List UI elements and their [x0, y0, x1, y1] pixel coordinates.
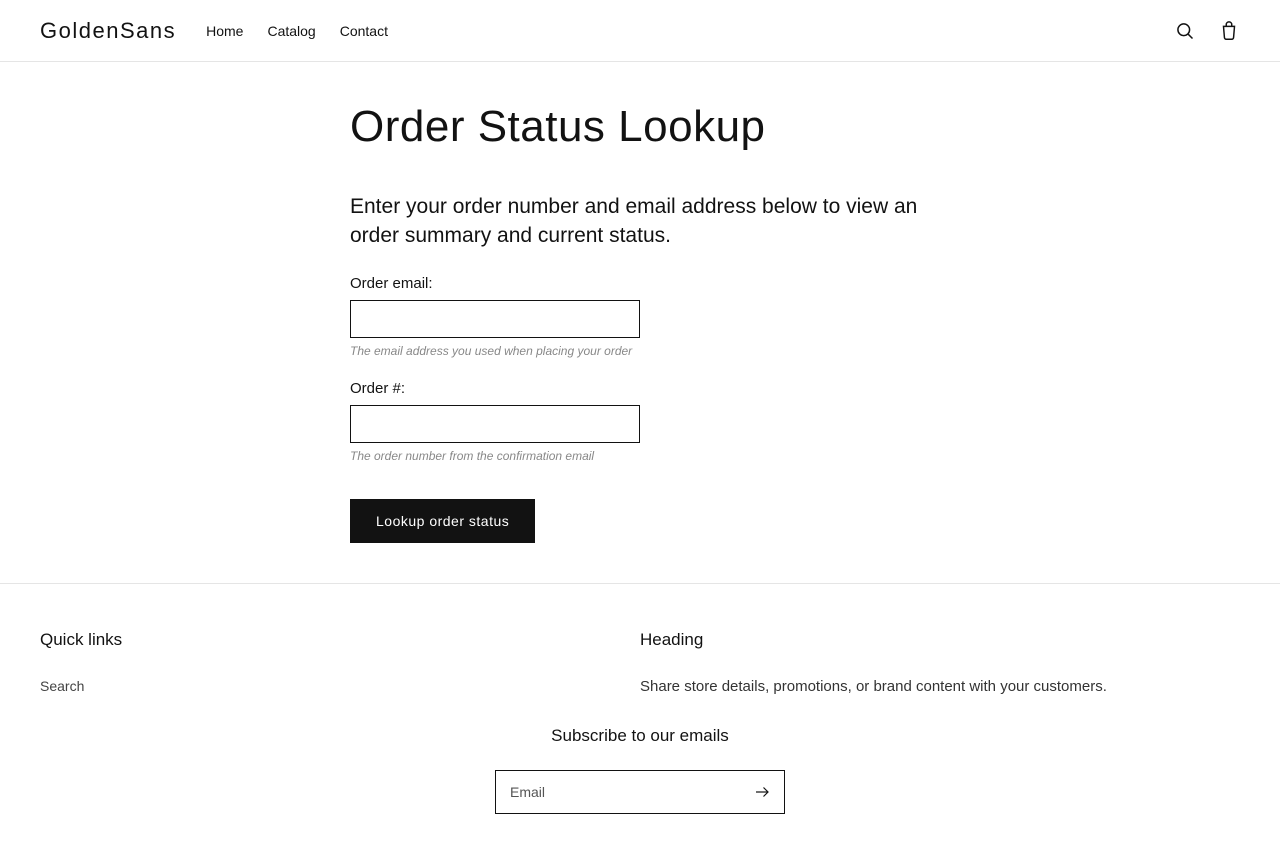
email-form-group: Order email: The email address you used … [350, 275, 930, 358]
footer-info-heading: Heading [640, 630, 1240, 650]
order-email-input[interactable] [350, 300, 640, 338]
main-content: Order Status Lookup Enter your order num… [0, 62, 1280, 583]
arrow-right-icon [753, 783, 771, 801]
lookup-button[interactable]: Lookup order status [350, 499, 535, 543]
subscribe-email-input[interactable] [496, 784, 740, 800]
nav-contact[interactable]: Contact [340, 23, 388, 39]
order-label: Order #: [350, 380, 930, 397]
footer-quicklinks: Quick links Search [40, 630, 640, 696]
page-title: Order Status Lookup [350, 102, 930, 152]
brand-logo[interactable]: GoldenSans [40, 18, 176, 44]
footer: Quick links Search Heading Share store d… [0, 583, 1280, 844]
footer-search-link[interactable]: Search [40, 678, 84, 694]
nav-catalog[interactable]: Catalog [267, 23, 315, 39]
order-hint: The order number from the confirmation e… [350, 449, 930, 463]
order-number-input[interactable] [350, 405, 640, 443]
subscribe-submit-button[interactable] [740, 770, 784, 814]
order-form-group: Order #: The order number from the confi… [350, 380, 930, 463]
subscribe-form [495, 770, 785, 814]
header: GoldenSans Home Catalog Contact [0, 0, 1280, 62]
footer-info: Heading Share store details, promotions,… [640, 630, 1240, 696]
quicklinks-heading: Quick links [40, 630, 640, 650]
subscribe-section: Subscribe to our emails [40, 726, 1240, 814]
header-icons [1174, 20, 1240, 42]
cart-icon[interactable] [1218, 20, 1240, 42]
footer-info-text: Share store details, promotions, or bran… [640, 678, 1240, 695]
email-label: Order email: [350, 275, 930, 292]
subscribe-title: Subscribe to our emails [40, 726, 1240, 746]
page-subtitle: Enter your order number and email addres… [350, 192, 930, 251]
email-hint: The email address you used when placing … [350, 344, 930, 358]
search-icon[interactable] [1174, 20, 1196, 42]
nav-home[interactable]: Home [206, 23, 243, 39]
footer-columns: Quick links Search Heading Share store d… [40, 630, 1240, 696]
main-nav: Home Catalog Contact [206, 23, 388, 39]
